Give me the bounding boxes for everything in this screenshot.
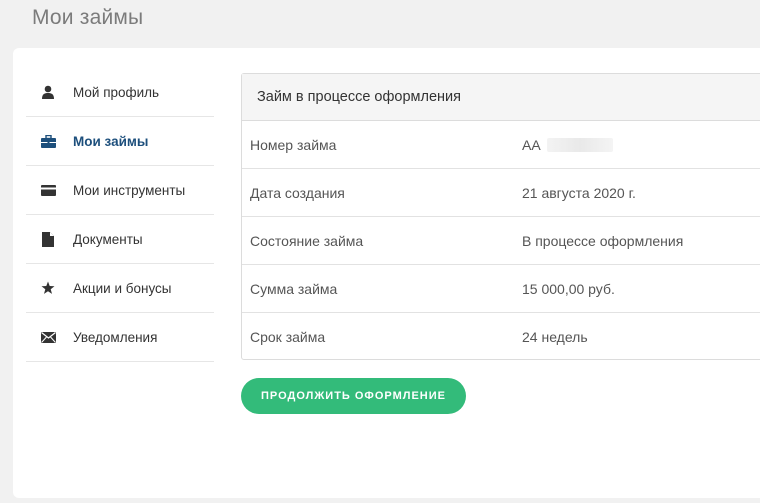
loan-row-label: Срок займа <box>250 328 326 345</box>
credit-card-icon <box>40 182 56 198</box>
loan-row-value: АА <box>522 137 613 153</box>
loan-row-created: Дата создания 21 августа 2020 г. <box>242 169 760 217</box>
page-title: Мои займы <box>32 6 144 29</box>
sidebar-item-promotions[interactable]: Акции и бонусы <box>26 264 214 313</box>
loan-details-panel: Займ в процессе оформления Номер займа А… <box>241 73 760 360</box>
star-icon <box>40 280 56 296</box>
loan-row-value: 24 недель <box>522 328 588 345</box>
loan-row-number: Номер займа АА <box>242 121 760 169</box>
loan-row-amount: Сумма займа 15 000,00 руб. <box>242 265 760 313</box>
loan-row-label: Состояние займа <box>250 232 364 249</box>
briefcase-icon <box>40 133 56 149</box>
sidebar-item-profile[interactable]: Мой профиль <box>26 68 214 117</box>
sidebar-item-label: Мои займы <box>73 133 149 149</box>
sidebar-item-documents[interactable]: Документы <box>26 215 214 264</box>
document-icon <box>40 231 56 247</box>
loan-row-label: Дата создания <box>250 184 345 201</box>
loan-number-value: АА <box>522 136 541 153</box>
sidebar-item-notifications[interactable]: Уведомления <box>26 313 214 362</box>
loan-row-status: Состояние займа В процессе оформления <box>242 217 760 265</box>
loan-row-value: В процессе оформления <box>522 232 684 249</box>
loan-row-term: Срок займа 24 недель <box>242 313 760 360</box>
loan-panel-header: Займ в процессе оформления <box>242 74 760 121</box>
redacted-loan-number <box>546 137 613 152</box>
sidebar-item-label: Документы <box>73 231 143 247</box>
loan-row-value: 15 000,00 руб. <box>522 280 615 297</box>
sidebar: Мой профиль Мои займы Мои инструменты До… <box>26 68 214 362</box>
envelope-icon <box>40 329 56 345</box>
loan-row-label: Сумма займа <box>250 280 338 297</box>
sidebar-item-label: Мой профиль <box>73 84 160 100</box>
continue-application-button[interactable]: ПРОДОЛЖИТЬ ОФОРМЛЕНИЕ <box>241 378 466 414</box>
sidebar-item-my-loans[interactable]: Мои займы <box>26 117 214 166</box>
loan-row-label: Номер займа <box>250 136 337 153</box>
sidebar-item-label: Уведомления <box>73 329 158 345</box>
sidebar-item-label: Мои инструменты <box>73 182 186 198</box>
loan-row-value: 21 августа 2020 г. <box>522 184 636 201</box>
sidebar-item-instruments[interactable]: Мои инструменты <box>26 166 214 215</box>
sidebar-item-label: Акции и бонусы <box>73 280 172 296</box>
user-icon <box>40 84 56 100</box>
